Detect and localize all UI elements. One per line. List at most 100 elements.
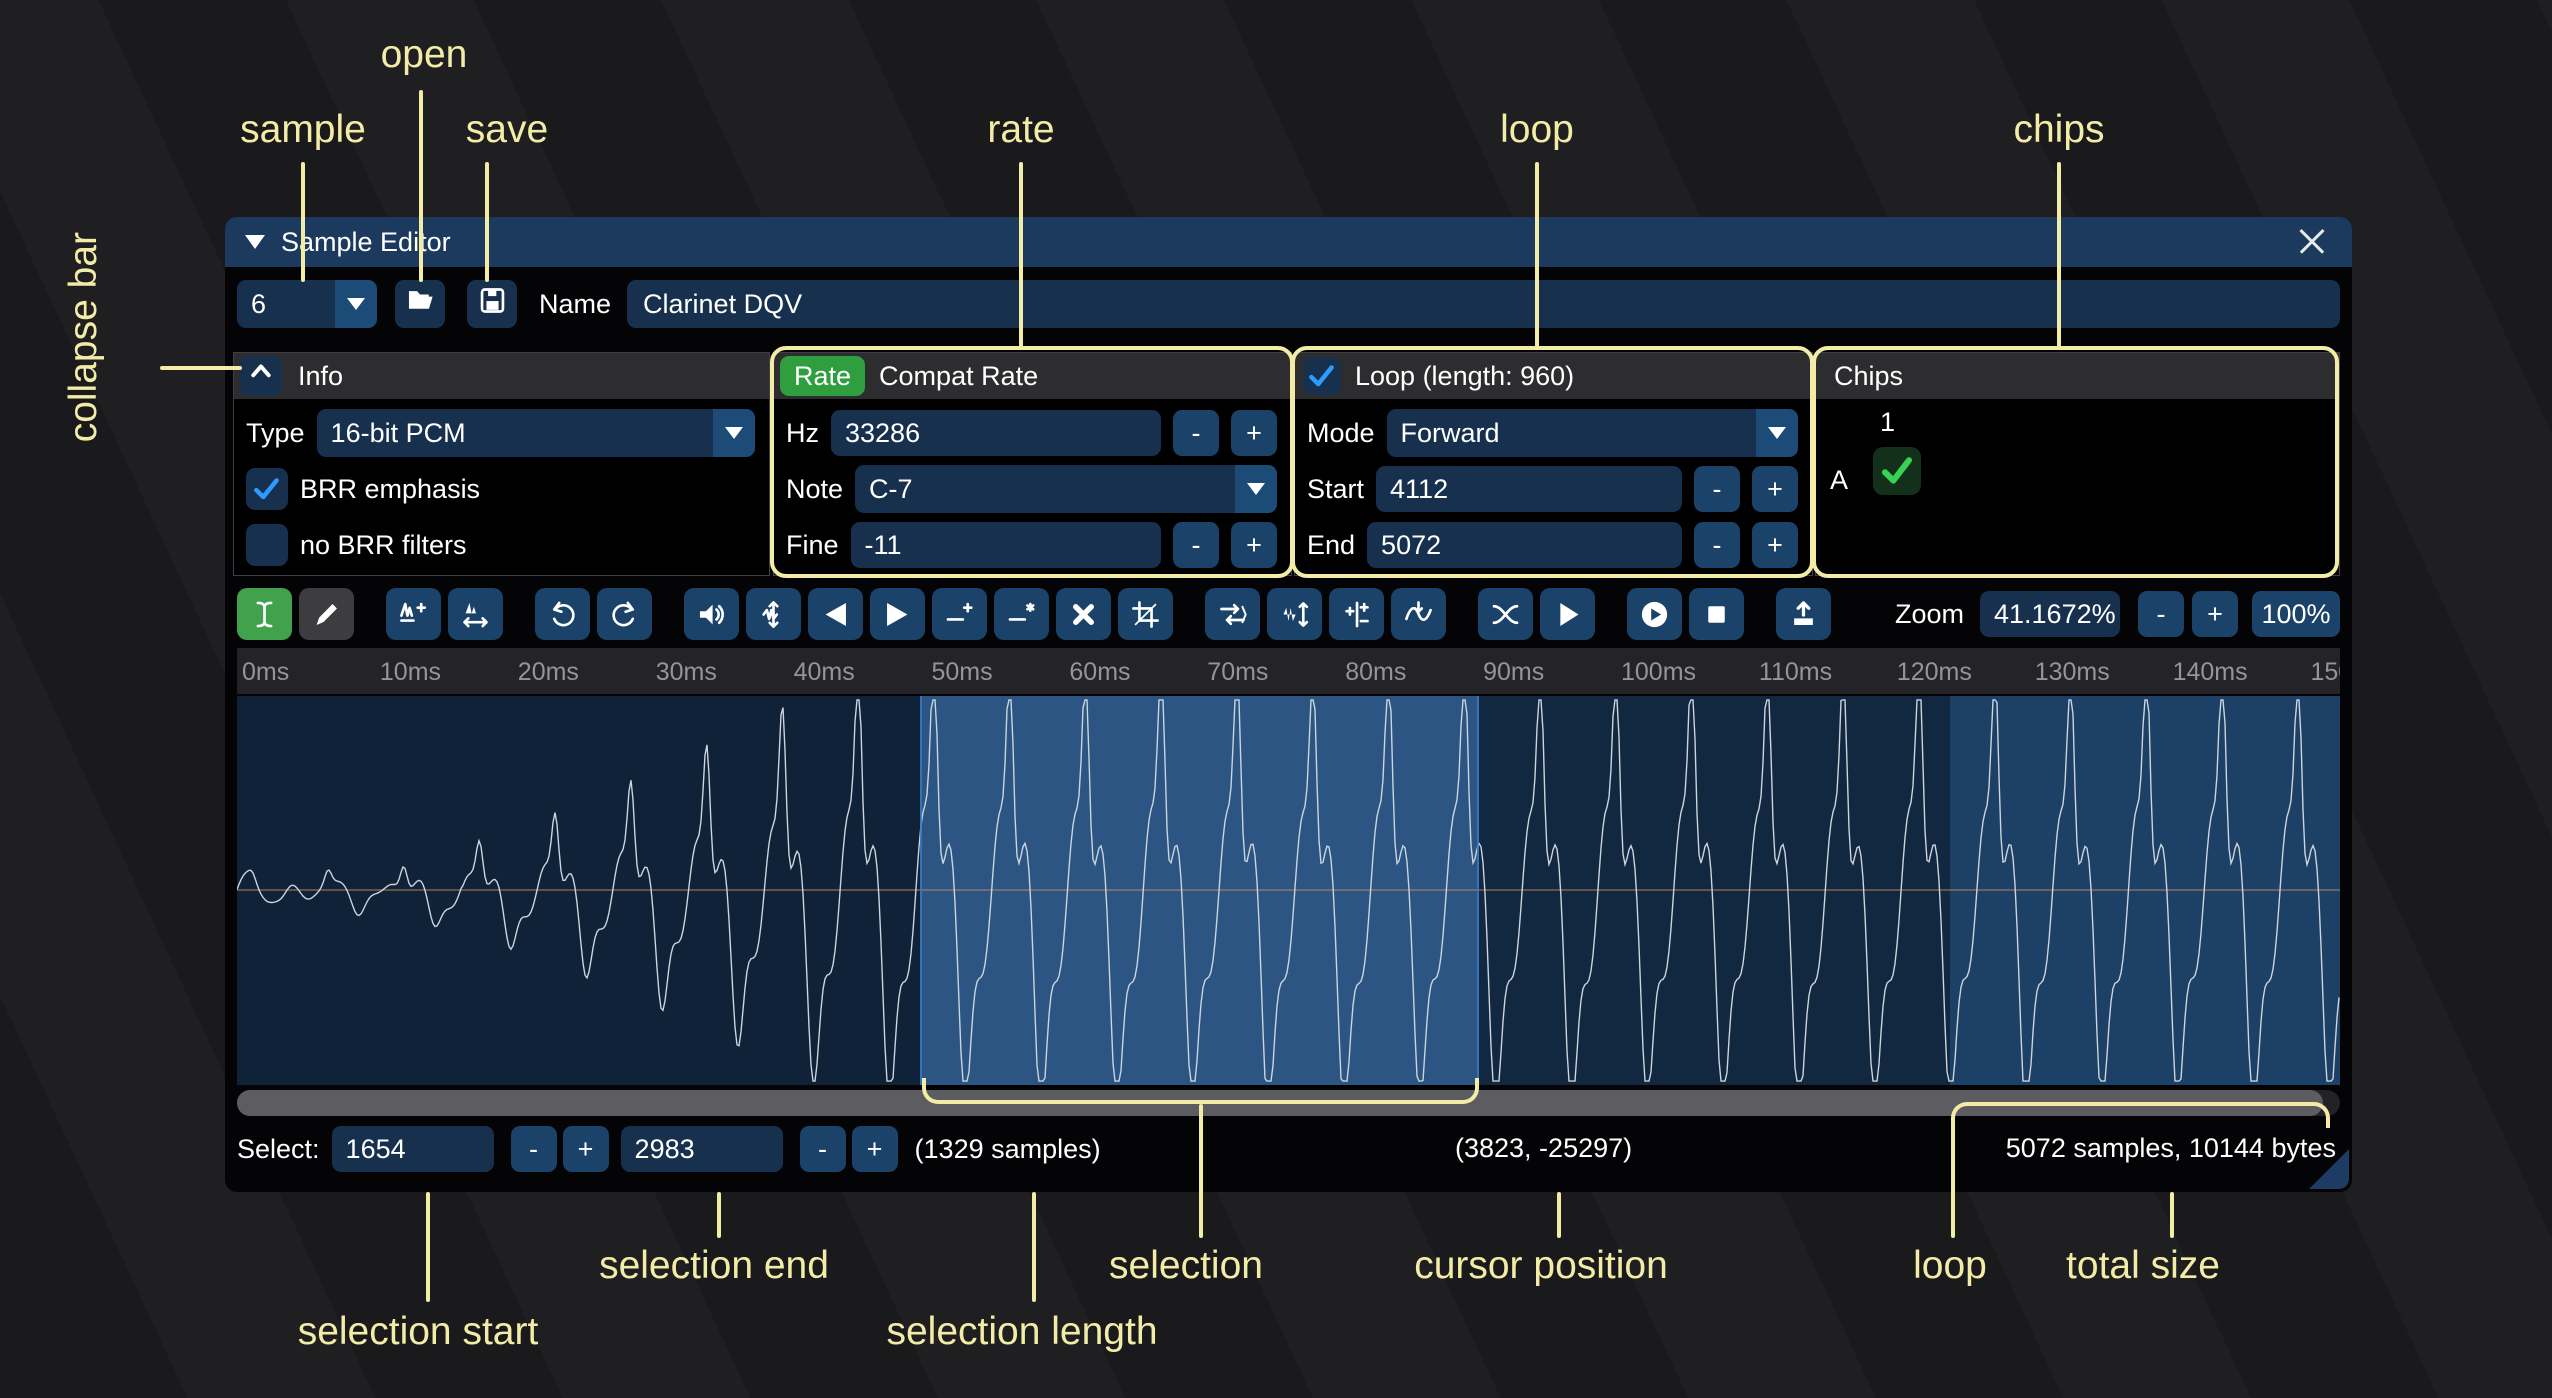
time-ruler[interactable]: 0ms10ms20ms30ms40ms50ms60ms70ms80ms90ms1… [237, 648, 2340, 694]
sample-name-value: Clarinet DQV [643, 289, 802, 320]
ruler-tick: 100ms [1621, 658, 1696, 687]
ruler-tick: 140ms [2173, 658, 2248, 687]
export-sample-button[interactable] [1776, 588, 1831, 640]
fade-out-button[interactable] [870, 588, 925, 640]
ruler-tick: 0ms [242, 658, 289, 687]
status-bar: Select: 1654 - + 2983 - + (1329 samples)… [237, 1123, 2340, 1175]
chevron-up-icon [245, 356, 278, 396]
open-sample-button[interactable] [395, 280, 445, 328]
zoom-in-button[interactable]: + [2192, 591, 2238, 637]
zoom-reset-button[interactable]: 100% [2252, 591, 2340, 637]
selection-end-value: 2983 [635, 1134, 695, 1165]
selection-start-value: 1654 [346, 1134, 406, 1165]
zoom-cluster: Zoom 41.1672% - + 100% [1895, 591, 2340, 637]
ruler-tick: 20ms [518, 658, 579, 687]
annotation-line-save [485, 162, 489, 282]
delete-button[interactable] [1056, 588, 1111, 640]
select-tool-button[interactable] [237, 588, 292, 640]
draw-tool-button[interactable] [299, 588, 354, 640]
name-label: Name [539, 289, 611, 320]
sample-number-select[interactable]: 6 [237, 280, 377, 328]
annotation-selection-start: selection start [298, 1310, 539, 1354]
chevron-down-icon[interactable] [713, 409, 755, 457]
info-header-label: Info [298, 361, 343, 392]
annotation-line-selection-length [1032, 1192, 1036, 1302]
play-button[interactable] [1627, 588, 1682, 640]
zoom-input[interactable]: 41.1672% [1980, 591, 2120, 637]
preview-button[interactable] [1540, 588, 1595, 640]
brr-emphasis-label: BRR emphasis [300, 474, 480, 505]
resample-button[interactable] [448, 588, 503, 640]
crossfade-button[interactable] [1478, 588, 1533, 640]
insert-silence-button[interactable] [932, 588, 987, 640]
selection-start-plus-button[interactable]: + [563, 1126, 609, 1172]
sample-name-input[interactable]: Clarinet DQV [627, 280, 2340, 328]
ruler-tick: 80ms [1345, 658, 1406, 687]
sample-number-value: 6 [237, 289, 335, 320]
ruler-tick: 40ms [794, 658, 855, 687]
zoom-label: Zoom [1895, 599, 1964, 630]
undo-button[interactable] [535, 588, 590, 640]
annotation-chips: chips [2013, 108, 2104, 152]
window-collapse-icon[interactable] [245, 235, 265, 249]
type-value: 16-bit PCM [317, 418, 713, 449]
window-title: Sample Editor [281, 227, 451, 258]
signed-unsigned-button[interactable] [1329, 588, 1384, 640]
ruler-tick: 60ms [1069, 658, 1130, 687]
brr-emphasis-checkbox[interactable] [246, 468, 288, 510]
apply-filter-button[interactable] [1391, 588, 1446, 640]
annotation-sample: sample [240, 108, 366, 152]
sample-toolbar: Zoom 41.1672% - + 100% [237, 584, 2340, 644]
total-size-text: 5072 samples, 10144 bytes [2006, 1133, 2336, 1164]
annotation-line-rate [1019, 162, 1023, 350]
annotation-line-loop [1951, 1126, 1955, 1238]
selection-length-text: (1329 samples) [915, 1134, 1101, 1165]
info-header: Info [234, 353, 769, 399]
annotation-selection-length: selection length [886, 1310, 1157, 1354]
type-select[interactable]: 16-bit PCM [317, 409, 755, 457]
annotation-line-chips [2057, 162, 2061, 350]
selection-end-plus-button[interactable]: + [852, 1126, 898, 1172]
no-brr-filters-checkbox[interactable] [246, 524, 288, 566]
type-label: Type [246, 418, 305, 449]
annotation-collapse-bar: collapse bar [62, 232, 106, 442]
reverse-button[interactable] [1205, 588, 1260, 640]
trim-button[interactable] [1118, 588, 1173, 640]
stop-button[interactable] [1689, 588, 1744, 640]
window-titlebar[interactable]: Sample Editor [225, 217, 2352, 267]
ruler-tick: 10ms [380, 658, 441, 687]
annotation-total-size: total size [2066, 1244, 2220, 1288]
annotation-loop-bottom: loop [1913, 1244, 1987, 1288]
ruler-tick: 120ms [1897, 658, 1972, 687]
chevron-down-icon[interactable] [335, 280, 377, 328]
zoom-out-button[interactable]: - [2138, 591, 2184, 637]
redo-button[interactable] [597, 588, 652, 640]
selection-end-input[interactable]: 2983 [621, 1126, 783, 1172]
resize-button[interactable] [386, 588, 441, 640]
close-button[interactable] [2292, 222, 2332, 262]
selection-end-minus-button[interactable]: - [800, 1126, 846, 1172]
waveform-view[interactable] [237, 696, 2340, 1085]
selection-start-minus-button[interactable]: - [511, 1126, 557, 1172]
ruler-tick: 130ms [2035, 658, 2110, 687]
annotation-line-loop-top [1535, 162, 1539, 350]
annotation-loop-top: loop [1500, 108, 1574, 152]
apply-silence-button[interactable] [994, 588, 1049, 640]
info-section: Info Type 16-bit PCM BRR emphasis no BRR… [233, 352, 770, 576]
save-icon [476, 284, 509, 324]
annotation-selection-end: selection end [599, 1244, 829, 1288]
fade-in-button[interactable] [808, 588, 863, 640]
ruler-tick: 30ms [656, 658, 717, 687]
select-label: Select: [237, 1134, 320, 1165]
annotation-line-total-size [2170, 1192, 2174, 1238]
invert-button[interactable] [1267, 588, 1322, 640]
normalize-button[interactable] [746, 588, 801, 640]
collapse-bar-button[interactable] [240, 356, 282, 396]
selection-end-edge[interactable] [1477, 696, 1479, 1085]
save-sample-button[interactable] [467, 280, 517, 328]
selection-start-edge[interactable] [920, 696, 922, 1085]
selection-start-input[interactable]: 1654 [332, 1126, 494, 1172]
annotation-save: save [466, 108, 548, 152]
amplify-button[interactable] [684, 588, 739, 640]
ruler-tick: 70ms [1207, 658, 1268, 687]
